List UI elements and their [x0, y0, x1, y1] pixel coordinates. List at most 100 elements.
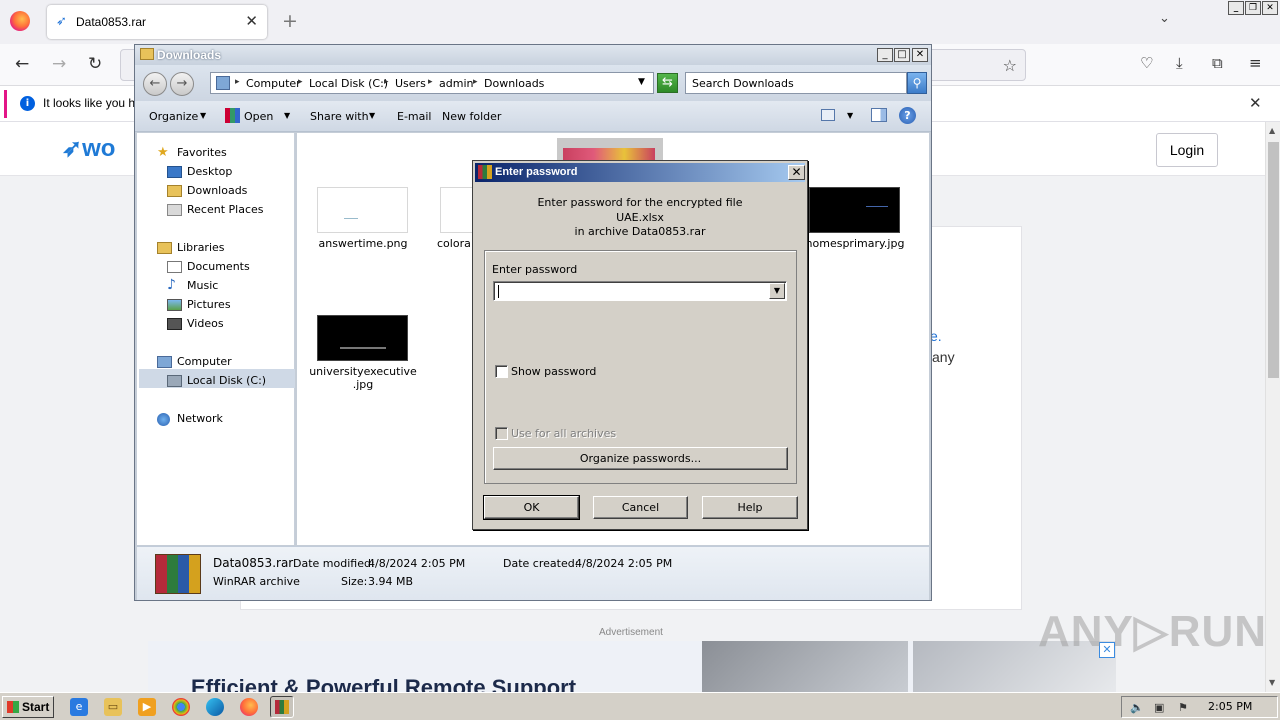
show-password-label[interactable]: Show password	[511, 365, 596, 378]
browser-tab[interactable]: ➶ Data0853.rar ✕	[47, 5, 267, 39]
chevron-down-icon[interactable]: ▼	[769, 283, 785, 299]
explorer-maximize-button[interactable]: □	[894, 48, 910, 62]
pocket-icon[interactable]: ♡	[1140, 54, 1153, 72]
ok-button[interactable]: OK	[483, 495, 580, 520]
nav-recent-places[interactable]: Recent Places	[187, 203, 264, 216]
share-dropdown-icon[interactable]: ▼	[369, 111, 375, 120]
dialog-close-button[interactable]: ✕	[788, 165, 805, 180]
search-icon[interactable]: ⚲	[907, 72, 927, 94]
breadcrumb-arrow-icon[interactable]: ▸	[428, 77, 433, 87]
explorer-close-button[interactable]: ✕	[912, 48, 928, 62]
file-name[interactable]: colora	[437, 237, 477, 250]
use-for-all-archives-checkbox[interactable]	[495, 427, 508, 440]
bookmark-star-icon[interactable]: ☆	[1003, 56, 1017, 75]
file-name[interactable]: answertime.png	[307, 237, 419, 250]
file-thumbnail[interactable]	[317, 315, 408, 361]
address-bar[interactable]: ▸ Computer ▸ Local Disk (C:) ▸ Users ▸ a…	[210, 72, 654, 94]
extensions-icon[interactable]: ⧉	[1212, 54, 1223, 72]
file-thumbnail[interactable]	[440, 187, 476, 233]
open-dropdown-icon[interactable]: ▼	[284, 111, 290, 120]
breadcrumb-arrow-icon[interactable]: ▸	[298, 77, 303, 87]
nav-documents[interactable]: Documents	[187, 260, 250, 273]
window-restore-button[interactable]: ❐	[1245, 1, 1261, 15]
breadcrumb-users[interactable]: Users	[395, 77, 426, 90]
address-dropdown-icon[interactable]: ▼	[638, 77, 645, 87]
organize-button[interactable]: Organize	[149, 110, 198, 123]
password-input[interactable]: ▼	[493, 281, 787, 301]
explorer-minimize-button[interactable]: _	[877, 48, 893, 62]
search-input[interactable]: Search Downloads	[685, 72, 907, 94]
breadcrumb-downloads[interactable]: Downloads	[484, 77, 544, 90]
nav-music[interactable]: Music	[187, 279, 218, 292]
nav-network[interactable]: Network	[177, 412, 223, 425]
close-tab-icon[interactable]: ✕	[245, 12, 258, 30]
breadcrumb-admin[interactable]: admin	[439, 77, 473, 90]
forward-icon[interactable]: →	[170, 72, 194, 96]
window-close-button[interactable]: ✕	[1262, 1, 1278, 15]
forward-arrow-icon[interactable]: →	[52, 54, 66, 74]
nav-computer[interactable]: Computer	[177, 355, 232, 368]
nav-libraries[interactable]: Libraries	[177, 241, 225, 254]
page-scrollbar[interactable]: ▲ ▼	[1265, 122, 1280, 692]
back-icon[interactable]: ←	[143, 72, 167, 96]
nav-local-disk[interactable]: Local Disk (C:)	[187, 374, 266, 387]
scrollbar-thumb[interactable]	[1268, 142, 1279, 378]
breadcrumb-local-disk[interactable]: Local Disk (C:)	[309, 77, 388, 90]
show-password-checkbox[interactable]	[495, 365, 508, 378]
clock[interactable]: 2:05 PM	[1208, 700, 1252, 713]
new-tab-icon[interactable]: +	[282, 10, 298, 32]
breadcrumb-computer[interactable]: Computer	[246, 77, 301, 90]
nav-pictures[interactable]: Pictures	[187, 298, 231, 311]
email-button[interactable]: E-mail	[397, 110, 432, 123]
view-dropdown-icon[interactable]: ▼	[847, 111, 853, 120]
firefox-logo-icon[interactable]	[10, 11, 30, 31]
file-name[interactable]: homesprimary.jpg	[797, 237, 913, 250]
breadcrumb-arrow-icon[interactable]: ▸	[235, 77, 240, 87]
ad-banner[interactable]: Efficient & Powerful Remote Support ✕	[148, 641, 1116, 692]
file-thumbnail[interactable]	[317, 187, 408, 233]
view-options-icon[interactable]	[821, 109, 835, 121]
winrar-taskbar-icon[interactable]	[270, 696, 294, 718]
organize-dropdown-icon[interactable]: ▼	[200, 111, 206, 120]
site-logo[interactable]: ➶wo	[62, 134, 115, 163]
start-button[interactable]: Start	[2, 696, 54, 718]
new-folder-button[interactable]: New folder	[442, 110, 501, 123]
share-with-button[interactable]: Share with	[310, 110, 369, 123]
dialog-title-bar[interactable]: Enter password ✕	[475, 163, 805, 182]
notification-close-icon[interactable]: ✕	[1249, 94, 1262, 112]
selected-file-thumbnail[interactable]	[557, 138, 663, 162]
nav-downloads[interactable]: Downloads	[187, 184, 247, 197]
file-thumbnail[interactable]	[809, 187, 900, 233]
reload-icon[interactable]: ↻	[88, 54, 102, 74]
menu-hamburger-icon[interactable]: ≡	[1249, 54, 1262, 72]
help-button[interactable]: Help	[702, 496, 798, 519]
file-name-extension[interactable]: .jpg	[305, 378, 421, 391]
file-name[interactable]: universityexecutive	[305, 365, 421, 378]
help-icon[interactable]: ?	[899, 107, 916, 124]
nav-desktop[interactable]: Desktop	[187, 165, 232, 178]
network-tray-icon[interactable]: ▣	[1154, 701, 1164, 714]
list-all-tabs-icon[interactable]: ⌄	[1159, 11, 1170, 26]
chrome-icon[interactable]	[172, 698, 190, 716]
back-arrow-icon[interactable]: ←	[15, 54, 29, 74]
scroll-up-icon[interactable]: ▲	[1269, 126, 1275, 135]
media-player-icon[interactable]: ▶	[138, 698, 156, 716]
firefox-icon[interactable]	[240, 698, 258, 716]
refresh-icon[interactable]: ⇆	[657, 73, 678, 93]
login-button[interactable]: Login	[1156, 133, 1218, 167]
edge-icon[interactable]	[206, 698, 224, 716]
action-center-flag-icon[interactable]: ⚑	[1178, 701, 1188, 714]
nav-favorites[interactable]: Favorites	[177, 146, 227, 159]
internet-explorer-icon[interactable]: e	[70, 698, 88, 716]
breadcrumb-arrow-icon[interactable]: ▸	[473, 77, 478, 87]
explorer-title-bar[interactable]: Downloads _ □ ✕	[135, 45, 931, 65]
breadcrumb-arrow-icon[interactable]: ▸	[384, 77, 389, 87]
volume-icon[interactable]: 🔈	[1130, 701, 1144, 714]
downloads-icon[interactable]: ⤓	[1176, 54, 1183, 72]
file-explorer-icon[interactable]: ▭	[104, 698, 122, 716]
preview-pane-icon[interactable]	[871, 108, 887, 122]
open-button[interactable]: Open	[244, 110, 273, 123]
window-minimize-button[interactable]: _	[1228, 1, 1244, 15]
scroll-down-icon[interactable]: ▼	[1269, 678, 1275, 687]
nav-videos[interactable]: Videos	[187, 317, 224, 330]
